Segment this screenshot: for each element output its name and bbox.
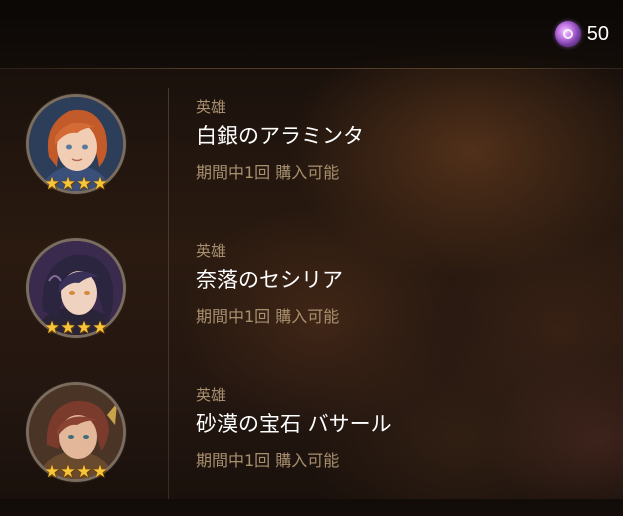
- currency-display[interactable]: 50: [554, 20, 609, 48]
- hero-info: 英雄 白銀のアラミンタ 期間中1回 購入可能: [196, 96, 364, 185]
- star-icon: ★: [76, 174, 92, 194]
- star-rating: ★ ★ ★ ★: [44, 174, 108, 194]
- purchase-limit: 期間中1回 購入可能: [196, 163, 340, 182]
- star-rating: ★ ★ ★ ★: [44, 462, 108, 482]
- star-icon: ★: [92, 462, 108, 482]
- star-icon: ★: [60, 462, 76, 482]
- star-icon: ★: [76, 462, 92, 482]
- purchase-limit: 期間中1回 購入可能: [196, 307, 340, 326]
- gem-icon: [554, 21, 581, 47]
- star-icon: ★: [92, 174, 108, 194]
- hero-portrait: ★ ★ ★ ★: [26, 94, 126, 194]
- star-rating: ★ ★ ★ ★: [44, 318, 108, 338]
- hero-category: 英雄: [196, 98, 227, 116]
- star-icon: ★: [44, 174, 60, 194]
- divider: [0, 68, 623, 69]
- hero-name: 砂漠の宝石 バサール: [196, 412, 392, 436]
- hero-list-item[interactable]: ★ ★ ★ ★ 英雄 白銀のアラミンタ 期間中1回 購入可能: [0, 88, 623, 228]
- hero-category: 英雄: [196, 386, 227, 404]
- hero-list-item[interactable]: ★ ★ ★ ★ 英雄 砂漠の宝石 バサール 期間中1回 購入可能: [0, 376, 623, 516]
- hero-name: 奈落のセシリア: [196, 268, 343, 292]
- purchase-limit: 期間中1回 購入可能: [196, 451, 340, 470]
- star-icon: ★: [60, 174, 76, 194]
- star-icon: ★: [44, 462, 60, 482]
- hero-portrait: ★ ★ ★ ★: [26, 238, 126, 338]
- hero-category: 英雄: [196, 242, 227, 260]
- star-icon: ★: [44, 318, 60, 338]
- star-icon: ★: [60, 318, 76, 338]
- star-icon: ★: [76, 318, 92, 338]
- top-bar: [0, 0, 623, 68]
- hero-info: 英雄 奈落のセシリア 期間中1回 購入可能: [196, 240, 343, 329]
- star-icon: ★: [92, 318, 108, 338]
- hero-name: 白銀のアラミンタ: [196, 124, 364, 148]
- hero-portrait: ★ ★ ★ ★: [26, 382, 126, 482]
- hero-info: 英雄 砂漠の宝石 バサール 期間中1回 購入可能: [196, 384, 392, 473]
- currency-value: 50: [586, 22, 609, 45]
- hero-list-item[interactable]: ★ ★ ★ ★ 英雄 奈落のセシリア 期間中1回 購入可能: [0, 232, 623, 372]
